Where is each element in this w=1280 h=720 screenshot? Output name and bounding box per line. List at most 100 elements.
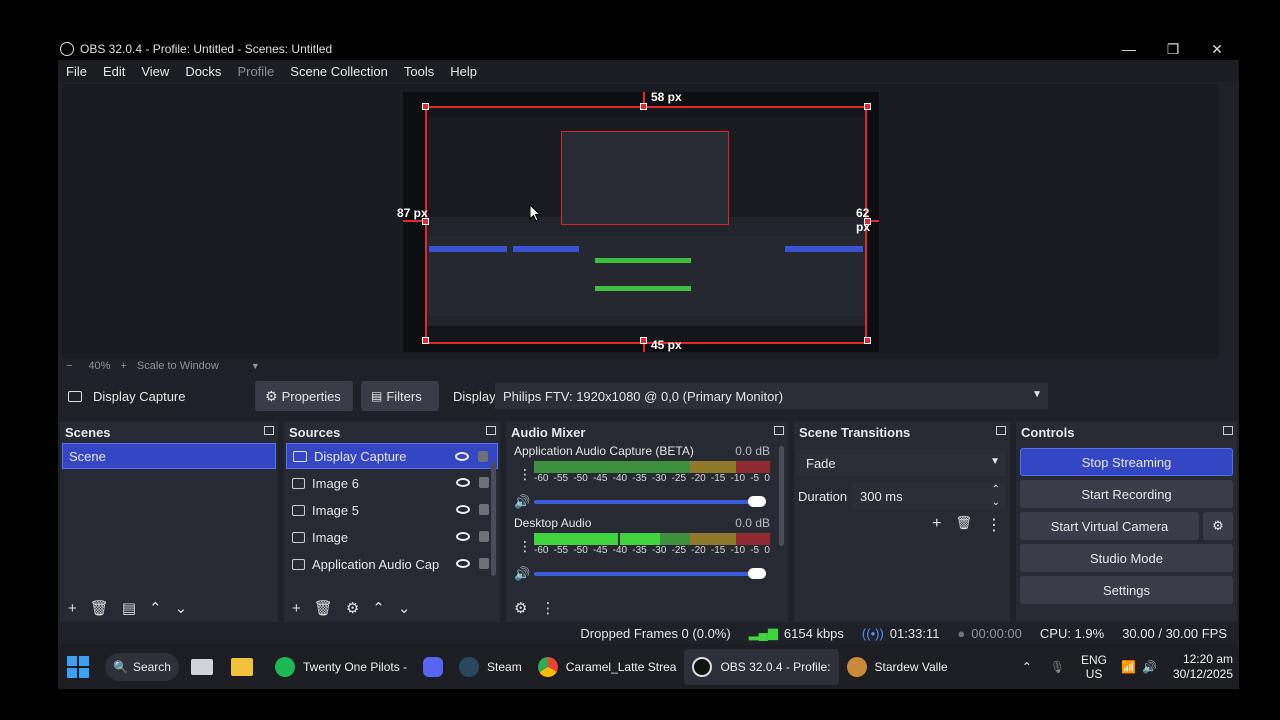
remove-source-icon[interactable]: 🗑 bbox=[314, 599, 333, 617]
resize-handle[interactable] bbox=[422, 337, 429, 344]
move-down-icon[interactable]: ⌄ bbox=[175, 599, 188, 617]
visibility-eye-icon[interactable] bbox=[456, 559, 470, 568]
settings-button[interactable]: Settings bbox=[1020, 576, 1233, 604]
transition-select[interactable]: Fade ▼ bbox=[798, 450, 1006, 476]
maximize-button[interactable]: ❐ bbox=[1151, 38, 1195, 60]
scene-item[interactable]: Scene bbox=[62, 443, 276, 469]
minimize-button[interactable]: — bbox=[1107, 38, 1151, 60]
visibility-eye-icon[interactable] bbox=[456, 478, 470, 487]
undock-icon[interactable] bbox=[774, 426, 784, 435]
volume-icon[interactable]: 🔊 bbox=[1142, 660, 1157, 674]
taskbar-app-spotify[interactable]: Twenty One Pilots - bbox=[267, 649, 415, 685]
duration-spinbox[interactable]: 300 ms ⌃ ⌄ bbox=[852, 483, 1006, 509]
menu-edit[interactable]: Edit bbox=[95, 64, 133, 79]
advanced-audio-icon[interactable]: ⚙ bbox=[514, 599, 527, 617]
preview-area[interactable]: 58 px 87 px 62 px 45 px bbox=[62, 84, 1219, 358]
scene-filters-icon[interactable]: ▤ bbox=[122, 599, 136, 617]
menu-view[interactable]: View bbox=[133, 64, 177, 79]
lock-icon[interactable] bbox=[479, 558, 489, 569]
menu-scene-collection[interactable]: Scene Collection bbox=[282, 64, 396, 79]
visibility-eye-icon[interactable] bbox=[456, 532, 470, 541]
taskbar-search[interactable]: 🔍 Search bbox=[105, 652, 179, 681]
volume-slider[interactable] bbox=[534, 568, 766, 579]
stop-streaming-button[interactable]: Stop Streaming bbox=[1020, 448, 1233, 476]
undock-icon[interactable] bbox=[264, 426, 274, 435]
signal-bars-icon: ▂▄▆ bbox=[748, 625, 778, 640]
slider-handle[interactable] bbox=[748, 496, 766, 507]
resize-handle[interactable] bbox=[864, 337, 871, 344]
microphone-icon[interactable]: 🎙 bbox=[1050, 660, 1065, 674]
lock-icon[interactable] bbox=[479, 477, 489, 488]
source-item[interactable]: Image 6 bbox=[286, 470, 498, 496]
transition-menu-icon[interactable]: ⋮ bbox=[986, 515, 1002, 535]
source-properties-icon[interactable]: ⚙ bbox=[346, 599, 359, 617]
zoom-out-button[interactable]: − bbox=[66, 360, 72, 372]
studio-mode-button[interactable]: Studio Mode bbox=[1020, 544, 1233, 572]
undock-icon[interactable] bbox=[996, 426, 1006, 435]
windows-start-icon[interactable] bbox=[67, 655, 89, 678]
move-up-icon[interactable]: ⌃ bbox=[372, 599, 385, 617]
taskbar-app-steam[interactable]: Steam bbox=[451, 649, 530, 685]
properties-button[interactable]: ⚙ Properties bbox=[255, 381, 353, 411]
add-scene-icon[interactable]: + bbox=[68, 600, 77, 617]
source-item[interactable]: Display Capture bbox=[286, 443, 498, 469]
move-up-icon[interactable]: ⌃ bbox=[149, 599, 162, 617]
undock-icon[interactable] bbox=[1223, 426, 1233, 435]
display-select[interactable]: Philips FTV: 1920x1080 @ 0,0 (Primary Mo… bbox=[495, 383, 1048, 409]
close-button[interactable]: ✕ bbox=[1195, 38, 1239, 60]
visibility-eye-icon[interactable] bbox=[455, 452, 469, 461]
chevron-up-icon[interactable]: ⌃ bbox=[1022, 660, 1032, 674]
menu-file[interactable]: File bbox=[58, 64, 95, 79]
mixer-scrollbar[interactable] bbox=[779, 446, 784, 546]
sources-scrollbar[interactable] bbox=[491, 462, 496, 576]
menu-tools[interactable]: Tools bbox=[396, 64, 442, 79]
task-view-icon[interactable] bbox=[191, 658, 213, 675]
clock[interactable]: 12:20 am 30/12/2025 bbox=[1173, 652, 1233, 682]
display-capture-source[interactable] bbox=[425, 106, 867, 344]
mixer-menu-icon[interactable]: ⋮ bbox=[540, 599, 555, 617]
menu-help[interactable]: Help bbox=[442, 64, 485, 79]
start-recording-button[interactable]: Start Recording bbox=[1020, 480, 1233, 508]
speaker-icon[interactable]: 🔊 bbox=[514, 494, 530, 510]
remove-scene-icon[interactable]: 🗑 bbox=[90, 599, 109, 617]
slider-handle[interactable] bbox=[748, 568, 766, 579]
menu-profile[interactable]: Profile bbox=[229, 64, 282, 79]
track-menu-icon[interactable]: ⋮ bbox=[518, 466, 532, 483]
source-item[interactable]: Image 5 bbox=[286, 497, 498, 523]
taskbar-app-stardew[interactable]: Stardew Valle bbox=[839, 649, 956, 685]
speaker-icon[interactable]: 🔊 bbox=[514, 566, 530, 582]
language-indicator[interactable]: ENG US bbox=[1081, 653, 1107, 681]
source-item[interactable]: Image bbox=[286, 524, 498, 550]
spin-arrows-icon[interactable]: ⌃ ⌄ bbox=[992, 483, 1000, 509]
taskbar-app-obs[interactable]: OBS 32.0.4 - Profile: bbox=[684, 648, 839, 685]
taskbar-app-chrome[interactable]: Caramel_Latte Strea bbox=[530, 649, 685, 685]
lock-icon[interactable] bbox=[479, 531, 489, 542]
remove-transition-icon[interactable]: 🗑 bbox=[955, 515, 972, 535]
filters-button[interactable]: ▤ Filters bbox=[361, 381, 439, 411]
preview-canvas[interactable]: 58 px 87 px 62 px 45 px bbox=[397, 90, 879, 352]
volume-slider[interactable] bbox=[534, 496, 766, 507]
menu-bar: File Edit View Docks Profile Scene Colle… bbox=[58, 60, 1239, 82]
resize-handle[interactable] bbox=[640, 103, 647, 110]
start-virtual-camera-button[interactable]: Start Virtual Camera bbox=[1020, 512, 1199, 540]
lock-icon[interactable] bbox=[478, 451, 488, 462]
add-transition-icon[interactable]: + bbox=[932, 515, 941, 535]
menu-docks[interactable]: Docks bbox=[177, 64, 229, 79]
taskbar-app-discord[interactable] bbox=[415, 649, 451, 685]
wifi-icon[interactable]: 📶 bbox=[1121, 660, 1136, 674]
lock-icon[interactable] bbox=[479, 504, 489, 515]
source-item[interactable]: Application Audio Cap bbox=[286, 551, 498, 577]
zoom-in-button[interactable]: + bbox=[120, 360, 126, 372]
visibility-eye-icon[interactable] bbox=[456, 505, 470, 514]
virtual-camera-settings-button[interactable]: ⚙ bbox=[1203, 512, 1233, 540]
scale-mode-dropdown-icon[interactable]: ▼ bbox=[251, 361, 260, 371]
add-source-icon[interactable]: + bbox=[292, 600, 301, 617]
track-menu-icon[interactable]: ⋮ bbox=[518, 538, 532, 555]
resize-handle[interactable] bbox=[640, 337, 647, 344]
file-explorer-icon[interactable] bbox=[231, 657, 253, 676]
scale-mode-select[interactable]: Scale to Window bbox=[137, 360, 219, 372]
undock-icon[interactable] bbox=[486, 426, 496, 435]
move-down-icon[interactable]: ⌄ bbox=[398, 599, 411, 617]
resize-handle[interactable] bbox=[864, 103, 871, 110]
resize-handle[interactable] bbox=[422, 103, 429, 110]
